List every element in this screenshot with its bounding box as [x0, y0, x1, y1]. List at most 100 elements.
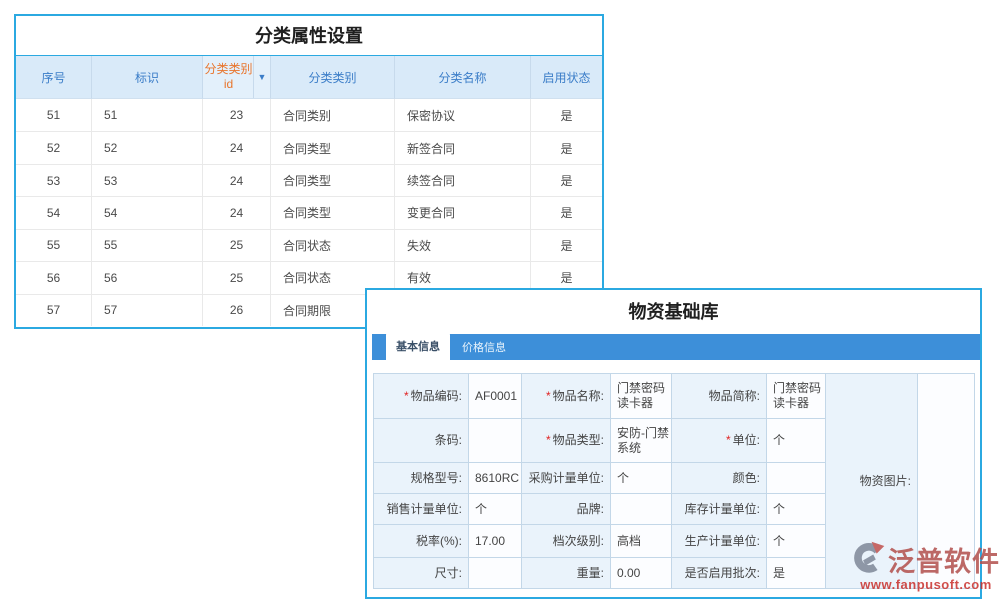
table-row[interactable]: 54 54 24 合同类型 变更合同 是 [16, 196, 602, 228]
item-code-label: *物品编码: [374, 374, 469, 419]
cell-seq: 51 [16, 99, 91, 131]
production-unit-field[interactable]: 个 [767, 525, 826, 558]
required-mark: * [404, 389, 409, 404]
item-short-name-field[interactable]: 门禁密码读卡器 [767, 374, 826, 419]
brand-label: 品牌: [522, 494, 611, 525]
item-name-label: *物品名称: [522, 374, 611, 419]
required-mark: * [546, 389, 551, 404]
cell-category-id: 25 [202, 230, 270, 261]
weight-field[interactable]: 0.00 [611, 558, 672, 588]
spec-model-label: 规格型号: [374, 463, 469, 494]
stock-unit-field[interactable]: 个 [767, 494, 826, 525]
table-row[interactable]: 53 53 24 合同类型 续签合同 是 [16, 164, 602, 196]
cell-seq: 57 [16, 295, 91, 326]
column-header-category-id-label: 分类类别id [204, 62, 253, 92]
cell-category-type: 合同类别 [270, 99, 394, 131]
panel1-title: 分类属性设置 [16, 16, 602, 56]
table-row[interactable]: 52 52 24 合同类型 新签合同 是 [16, 131, 602, 163]
material-image-field[interactable] [918, 374, 974, 588]
tab-basic-info[interactable]: 基本信息 [386, 331, 450, 360]
cell-category-name: 新签合同 [394, 132, 530, 163]
sort-desc-icon[interactable]: ▼ [253, 56, 270, 98]
cell-category-name: 保密协议 [394, 99, 530, 131]
required-mark: * [726, 433, 731, 448]
grade-level-field[interactable]: 高档 [611, 525, 672, 558]
column-header-category-type[interactable]: 分类类别 [270, 56, 394, 99]
column-header-category-name[interactable]: 分类名称 [394, 56, 530, 99]
batch-enabled-field[interactable]: 是 [767, 558, 826, 588]
tab-bar: 基本信息 价格信息 [372, 334, 980, 360]
production-unit-label: 生产计量单位: [672, 525, 767, 558]
item-short-name-label: 物品简称: [672, 374, 767, 419]
color-field[interactable] [767, 463, 826, 494]
cell-category-id: 25 [202, 262, 270, 293]
cell-identifier: 55 [91, 230, 202, 261]
item-type-field[interactable]: 安防-门禁系统 [611, 419, 672, 463]
cell-identifier: 51 [91, 99, 202, 131]
weight-label: 重量: [522, 558, 611, 588]
item-type-label: *物品类型: [522, 419, 611, 463]
size-field[interactable] [469, 558, 522, 588]
cell-category-type: 合同类型 [270, 197, 394, 228]
cell-enabled: 是 [530, 230, 602, 261]
cell-category-name: 续签合同 [394, 165, 530, 196]
cell-enabled: 是 [530, 99, 602, 131]
item-code-field[interactable]: AF0001 [469, 374, 522, 419]
cell-identifier: 57 [91, 295, 202, 326]
tab-price-info[interactable]: 价格信息 [450, 334, 518, 360]
cell-identifier: 53 [91, 165, 202, 196]
tax-rate-field[interactable]: 17.00 [469, 525, 522, 558]
table-header-row: 序号 标识 分类类别id ▼ 分类类别 分类名称 启用状态 [16, 56, 602, 99]
cell-seq: 53 [16, 165, 91, 196]
cell-identifier: 54 [91, 197, 202, 228]
cell-category-id: 24 [202, 132, 270, 163]
column-header-category-id[interactable]: 分类类别id ▼ [202, 56, 270, 99]
barcode-field[interactable] [469, 419, 522, 463]
cell-seq: 52 [16, 132, 91, 163]
cell-category-id: 26 [202, 295, 270, 326]
category-attribute-panel: 分类属性设置 序号 标识 分类类别id ▼ 分类类别 分类名称 启用状态 51 … [14, 14, 604, 329]
column-header-enabled[interactable]: 启用状态 [530, 56, 602, 99]
spec-model-field[interactable]: 8610RC [469, 463, 522, 494]
sales-unit-label: 销售计量单位: [374, 494, 469, 525]
cell-enabled: 是 [530, 197, 602, 228]
barcode-label: 条码: [374, 419, 469, 463]
purchase-unit-label: 采购计量单位: [522, 463, 611, 494]
cell-enabled: 是 [530, 132, 602, 163]
table-row[interactable]: 55 55 25 合同状态 失效 是 [16, 229, 602, 261]
cell-category-id: 24 [202, 165, 270, 196]
cell-enabled: 是 [530, 165, 602, 196]
table-row[interactable]: 51 51 23 合同类别 保密协议 是 [16, 99, 602, 131]
panel2-title: 物资基础库 [367, 290, 980, 334]
cell-category-id: 24 [202, 197, 270, 228]
grade-level-label: 档次级别: [522, 525, 611, 558]
cell-category-type: 合同状态 [270, 230, 394, 261]
cell-seq: 55 [16, 230, 91, 261]
cell-category-type: 合同类型 [270, 132, 394, 163]
cell-category-type: 合同类型 [270, 165, 394, 196]
column-header-identifier[interactable]: 标识 [91, 56, 202, 99]
column-header-seq[interactable]: 序号 [16, 56, 91, 99]
cell-identifier: 56 [91, 262, 202, 293]
sales-unit-field[interactable]: 个 [469, 494, 522, 525]
unit-field[interactable]: 个 [767, 419, 826, 463]
batch-enabled-label: 是否启用批次: [672, 558, 767, 588]
item-name-field[interactable]: 门禁密码读卡器 [611, 374, 672, 419]
cell-category-name: 变更合同 [394, 197, 530, 228]
color-label: 颜色: [672, 463, 767, 494]
size-label: 尺寸: [374, 558, 469, 588]
basic-info-form: 物资图片: *物品编码: AF0001 *物品名称: 门禁密码读卡器 物品简称:… [367, 360, 980, 589]
purchase-unit-field[interactable]: 个 [611, 463, 672, 494]
tax-rate-label: 税率(%): [374, 525, 469, 558]
cell-seq: 56 [16, 262, 91, 293]
material-base-panel: 物资基础库 基本信息 价格信息 物资图片: *物品编码: AF0001 *物品名… [365, 288, 982, 599]
stock-unit-label: 库存计量单位: [672, 494, 767, 525]
cell-category-name: 失效 [394, 230, 530, 261]
cell-category-id: 23 [202, 99, 270, 131]
cell-identifier: 52 [91, 132, 202, 163]
material-image-label: 物资图片: [826, 374, 918, 588]
brand-field[interactable] [611, 494, 672, 525]
cell-seq: 54 [16, 197, 91, 228]
unit-label: *单位: [672, 419, 767, 463]
required-mark: * [546, 433, 551, 448]
